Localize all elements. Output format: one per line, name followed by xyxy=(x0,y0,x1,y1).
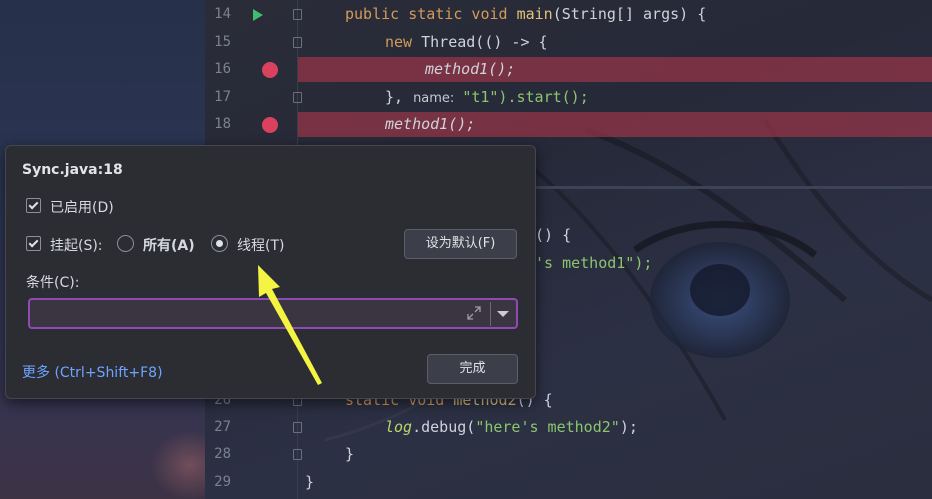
fold-marker-icon[interactable] xyxy=(293,92,302,103)
done-button[interactable]: 完成 xyxy=(427,354,518,384)
code-text: method1(); xyxy=(425,60,516,78)
line-number: 17 xyxy=(214,89,231,105)
run-gutter-icon[interactable] xyxy=(253,9,263,21)
code-text: method1(); xyxy=(385,115,476,133)
code-segment: ); xyxy=(619,418,638,436)
line-number: 18 xyxy=(214,116,231,132)
code-line-18[interactable]: 18 method1(); xyxy=(205,111,932,138)
fold-marker-icon[interactable] xyxy=(293,37,302,48)
suspend-label[interactable]: 挂起(S): xyxy=(50,235,103,255)
checkmark-icon xyxy=(28,199,39,210)
code-line-27[interactable]: 27 log.debug("here's method2"); xyxy=(205,414,932,441)
line-number: 16 xyxy=(214,61,231,77)
radio-all-label[interactable]: 所有(A) xyxy=(143,235,195,255)
breakpoint-highlight xyxy=(298,57,932,82)
fold-marker-icon[interactable] xyxy=(293,9,302,20)
function-name: main xyxy=(516,5,553,23)
code-line-16[interactable]: 16 method1(); xyxy=(205,56,932,83)
breakpoint-icon[interactable] xyxy=(262,117,278,133)
popup-title: Sync.java:18 xyxy=(22,162,123,178)
breakpoint-icon[interactable] xyxy=(262,62,278,78)
condition-label: 条件(C): xyxy=(26,275,80,291)
line-number: 28 xyxy=(214,446,231,462)
radio-selected-dot xyxy=(216,240,223,247)
code-segment: "here's method2" xyxy=(475,418,620,436)
code-text: } xyxy=(305,473,315,491)
code-text: public static void main(String[] args) { xyxy=(345,5,707,23)
code-text: () { xyxy=(535,226,572,244)
line-number: 14 xyxy=(214,6,231,22)
radio-thread-label[interactable]: 线程(T) xyxy=(237,235,284,255)
code-text: }, name: "t1").start(); xyxy=(385,84,589,112)
enabled-checkbox[interactable] xyxy=(26,198,41,213)
code-segment: (String[] args) { xyxy=(552,5,707,23)
code-text: new Thread(() -> { xyxy=(385,29,548,56)
code-line-14[interactable]: 14 public static void main(String[] args… xyxy=(205,1,932,28)
radio-suspend-thread[interactable] xyxy=(211,235,228,252)
field-divider xyxy=(490,302,491,326)
fold-marker-icon[interactable] xyxy=(293,422,302,433)
code-line-29[interactable]: 29 } xyxy=(205,469,932,496)
code-line-17[interactable]: 17 }, name: "t1").start(); xyxy=(205,84,932,111)
fold-marker-icon[interactable] xyxy=(293,449,302,460)
code-line-28[interactable]: 28 } xyxy=(205,441,932,468)
radio-suspend-all[interactable] xyxy=(117,235,134,252)
line-number: 29 xyxy=(214,474,231,490)
code-segment: log xyxy=(385,418,413,436)
suspend-checkbox[interactable] xyxy=(26,236,41,251)
code-segment: }, xyxy=(385,88,404,106)
code-text: log.debug("here's method2"); xyxy=(385,414,638,441)
enabled-label[interactable]: 已启用(D) xyxy=(50,197,114,217)
code-line-15[interactable]: 15 new Thread(() -> { xyxy=(205,29,932,56)
code-segment: "t1").start(); xyxy=(462,88,589,106)
line-number: 27 xyxy=(214,419,231,435)
annotation-arrow-icon xyxy=(258,265,322,385)
expand-icon[interactable] xyxy=(466,305,482,321)
parameter-hint: name: xyxy=(413,91,455,106)
code-text: } xyxy=(345,445,355,463)
chevron-down-icon[interactable] xyxy=(497,311,509,317)
code-segment: Thread(() -> { xyxy=(421,33,548,51)
checkmark-icon xyxy=(28,237,39,248)
code-text: 's method1"); xyxy=(535,254,653,272)
set-default-button[interactable]: 设为默认(F) xyxy=(404,229,517,259)
line-number: 15 xyxy=(214,34,231,50)
more-options-link[interactable]: 更多 (Ctrl+Shift+F8) xyxy=(22,362,163,382)
keyword: new xyxy=(385,33,422,51)
code-text-main: main(String[] args) { xyxy=(517,5,707,23)
code-segment: .debug( xyxy=(412,418,476,436)
